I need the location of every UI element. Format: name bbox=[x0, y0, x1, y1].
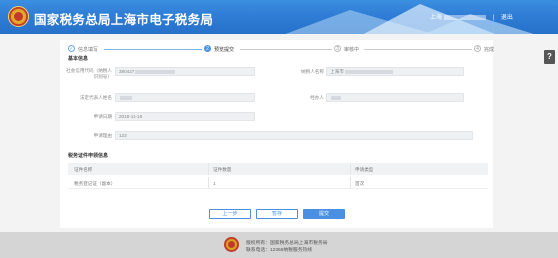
apply-date-label: 申请日期 bbox=[93, 114, 112, 119]
apply-date-field[interactable]: 2018-11-16 bbox=[115, 112, 255, 121]
footer-emblem-logo bbox=[224, 237, 239, 252]
submit-button[interactable]: 提交 bbox=[303, 209, 345, 219]
taxpayer-name-field[interactable]: 上海市 bbox=[326, 67, 464, 76]
column-divider bbox=[350, 177, 351, 189]
site-header: 国家税务总局上海市电子税务局 上海 | 退出 bbox=[0, 0, 558, 34]
tax-id-label: 社会信用代码（纳税人 识别号） bbox=[62, 68, 112, 79]
tax-id-label-line2: 识别号） bbox=[93, 73, 112, 79]
save-draft-button[interactable]: 暂存 bbox=[256, 209, 298, 219]
column-header: 证件数量 bbox=[213, 166, 232, 172]
step-connector bbox=[104, 49, 202, 50]
main-panel: ✓ 信息填写 2 预览提交 3 审核中 4 完成 基本信息 社会信用代码（纳税人 bbox=[60, 40, 494, 228]
basic-info-title: 基本信息 bbox=[68, 56, 89, 62]
handler-field[interactable] bbox=[326, 93, 464, 102]
table-cell-apply-type: 首次 bbox=[355, 180, 365, 186]
user-area: 上海 | 退出 bbox=[428, 12, 513, 21]
column-header: 申请类型 bbox=[355, 166, 374, 172]
step-4-label: 完成 bbox=[484, 47, 495, 53]
masked-text bbox=[331, 95, 341, 100]
step-indicator: ✓ 信息填写 2 预览提交 3 审核中 4 完成 bbox=[68, 44, 494, 54]
reason-label: 申请理由 bbox=[93, 133, 112, 138]
taxpayer-name-value: 上海市 bbox=[330, 69, 344, 74]
site-footer: 版权所有：国家税务总局上海市税务局 联系电话：12366纳税服务热线 bbox=[0, 232, 558, 258]
reason-field[interactable]: 123 bbox=[115, 131, 473, 140]
column-divider bbox=[208, 163, 209, 175]
footer-copyright: 版权所有：国家税务总局上海市税务局 bbox=[246, 241, 328, 246]
table-cell-quantity: 1 bbox=[213, 180, 216, 186]
masked-text bbox=[344, 69, 393, 74]
step-3-number: 3 bbox=[334, 45, 341, 52]
user-name-masked bbox=[444, 14, 487, 20]
step-4-number: 4 bbox=[474, 45, 481, 52]
logout-link[interactable]: 退出 bbox=[501, 15, 513, 21]
tax-id-value: 380427 bbox=[119, 69, 135, 74]
legal-rep-field[interactable] bbox=[115, 93, 255, 102]
prev-step-button[interactable]: 上一步 bbox=[209, 209, 251, 219]
handler-label: 经办人 bbox=[310, 95, 324, 100]
masked-text bbox=[120, 95, 132, 100]
step-connector bbox=[240, 49, 332, 50]
tax-emblem-logo bbox=[8, 6, 29, 27]
step-connector bbox=[364, 49, 472, 50]
step-2-number: 2 bbox=[204, 45, 211, 52]
column-header: 证件名称 bbox=[74, 166, 93, 172]
masked-text bbox=[135, 69, 176, 74]
certificate-info-title: 税务证件申领信息 bbox=[68, 153, 109, 159]
tax-id-field[interactable]: 380427 bbox=[115, 67, 255, 76]
header-separator: | bbox=[492, 15, 495, 21]
footer-phone: 联系电话：12366纳税服务热线 bbox=[246, 248, 313, 253]
step-2-label: 预览提交 bbox=[214, 47, 235, 53]
help-button[interactable]: ? bbox=[544, 50, 555, 64]
column-divider bbox=[208, 177, 209, 189]
taxpayer-name-label: 纳税人名称 bbox=[301, 69, 324, 74]
legal-rep-label: 法定代表人姓名 bbox=[79, 95, 112, 100]
footer-emblem-core bbox=[228, 241, 235, 248]
tax-id-label-line1: 社会信用代码（纳税人 bbox=[66, 68, 112, 73]
page-root: 国家税务总局上海市电子税务局 上海 | 退出 ? ✓ 信息填写 2 预览提交 3… bbox=[0, 0, 558, 258]
column-divider bbox=[350, 163, 351, 175]
user-name[interactable]: 上海 bbox=[430, 15, 442, 21]
table-cell-cert-name: 税务登记证（副本） bbox=[74, 180, 116, 186]
tax-emblem-logo-core bbox=[14, 12, 23, 21]
table-header: 证件名称 证件数量 申请类型 bbox=[68, 163, 488, 175]
step-1-check-icon: ✓ bbox=[68, 45, 75, 52]
table-row: 税务登记证（副本） 1 首次 bbox=[68, 177, 488, 189]
step-1-label: 信息填写 bbox=[78, 47, 99, 53]
site-title: 国家税务总局上海市电子税务局 bbox=[34, 13, 214, 27]
step-3-label: 审核中 bbox=[344, 47, 360, 53]
